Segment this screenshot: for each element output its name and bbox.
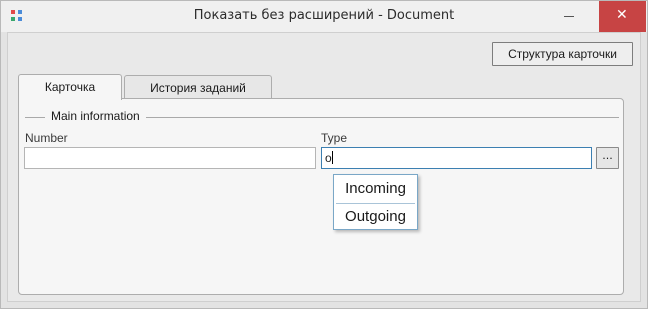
title-bar[interactable]: Показать без расширений - Document ✕ bbox=[1, 1, 647, 32]
minimize-button[interactable] bbox=[553, 1, 591, 32]
dropdown-item-outgoing[interactable]: Outgoing bbox=[336, 205, 415, 229]
tab-task-history[interactable]: История заданий bbox=[124, 75, 272, 99]
window-client-area: Структура карточки Карточка История зада… bbox=[7, 32, 641, 302]
number-label: Number bbox=[25, 131, 68, 145]
type-autocomplete-dropdown: Incoming Outgoing bbox=[333, 174, 418, 230]
text-caret bbox=[331, 151, 333, 164]
type-browse-button[interactable]: ... bbox=[596, 147, 619, 169]
type-input-value: o bbox=[325, 151, 332, 165]
type-input[interactable]: o bbox=[321, 147, 592, 169]
close-icon: ✕ bbox=[616, 7, 628, 23]
dropdown-item-incoming[interactable]: Incoming bbox=[336, 177, 415, 201]
type-label: Type bbox=[321, 131, 348, 145]
application-window: Показать без расширений - Document ✕ Стр… bbox=[0, 0, 648, 309]
minimize-icon bbox=[564, 16, 574, 17]
tab-card[interactable]: Карточка bbox=[18, 74, 122, 100]
dropdown-separator bbox=[336, 203, 415, 204]
tab-content-panel: Main information Number Type o ... Incom… bbox=[18, 98, 624, 295]
window-title: Показать без расширений - Document bbox=[193, 8, 455, 23]
card-structure-button[interactable]: Структура карточки bbox=[492, 42, 633, 66]
number-input[interactable] bbox=[24, 147, 316, 169]
close-button[interactable]: ✕ bbox=[599, 1, 646, 32]
group-title-main-information: Main information bbox=[45, 109, 146, 123]
